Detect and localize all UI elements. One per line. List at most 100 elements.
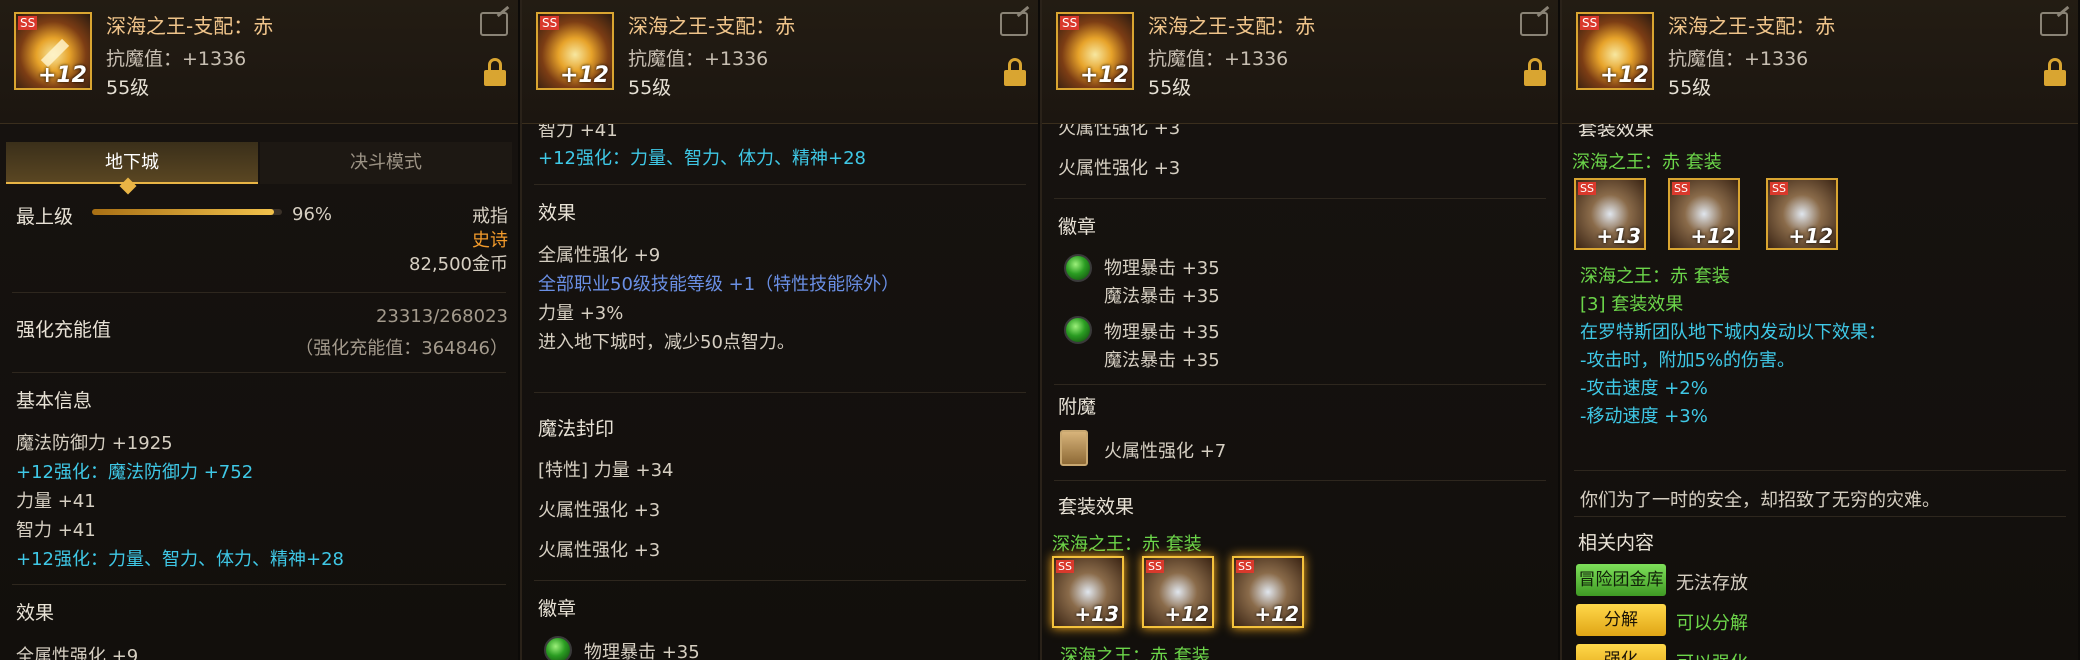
basic-line: 智力 +41 [16, 520, 96, 541]
item-icon: SS +12 [1056, 12, 1134, 90]
lock-icon[interactable] [1524, 58, 1546, 86]
item-level: 55级 [1668, 77, 1712, 99]
set-desc: 在罗特斯团队地下城内发动以下效果： [1580, 322, 1886, 343]
icon-tag: SS [1672, 182, 1690, 195]
emblem-line: 魔法暴击 +35 [1104, 286, 1220, 307]
item-header: SS +12 深海之王-支配：赤 抗魔值：+1336 55级 [1042, 0, 1558, 124]
item-name: 深海之王-支配：赤 [1148, 14, 1316, 38]
item-stat: 抗魔值：+1336 [628, 48, 769, 70]
seal-line: 火属性强化 +3 [538, 500, 661, 521]
icon-upgrade: +12 [1164, 602, 1209, 626]
set-item-icon[interactable]: SS +13 [1574, 178, 1646, 250]
basic-line: +12强化：力量、智力、体力、精神+28 [16, 549, 344, 570]
set-item-icon[interactable]: SS +13 [1052, 556, 1124, 628]
basic-title: 基本信息 [16, 390, 93, 412]
item-icon: SS +12 [536, 12, 614, 90]
grade-percent: 96% [292, 204, 333, 225]
icon-upgrade: +12 [1690, 224, 1735, 248]
set-item-icon[interactable]: SS +12 [1668, 178, 1740, 250]
enhance-button[interactable]: 强化 [1576, 644, 1666, 660]
tooltip-panel-3: SS +12 深海之王-支配：赤 抗魔值：+1336 55级 火属性强化 +3 … [1040, 0, 1558, 660]
effect-title: 效果 [16, 602, 55, 624]
emblem-line: 物理暴击 +35 [584, 642, 700, 660]
icon-upgrade: +12 [1788, 224, 1833, 248]
enchant-card-icon [1060, 430, 1088, 466]
effect-line: 全部职业50级技能等级 +1（特性技能除外） [538, 274, 900, 295]
price-label: 82,500金币 [409, 254, 508, 275]
enchant-title: 附魔 [1058, 396, 1097, 418]
grade-bar-fill [92, 209, 275, 215]
basic-line: 力量 +41 [16, 491, 96, 512]
set-name: 深海之王：赤 套装 [1052, 534, 1202, 555]
enhance-note: （强化充能值：364846） [295, 338, 508, 359]
icon-upgrade: +12 [1599, 63, 1649, 88]
green-gem-icon [544, 636, 572, 660]
icon-tag: SS [1578, 182, 1596, 195]
set-name: 深海之王：赤 套装 [1580, 266, 1730, 287]
set-item-icon[interactable]: SS +12 [1232, 556, 1304, 628]
set-title: 套装效果 [1058, 496, 1135, 518]
related-text: 可以强化 [1676, 649, 1748, 660]
green-gem-icon [1064, 316, 1092, 344]
set-name: 深海之王：赤 套装 [1572, 152, 1722, 173]
item-stat: 抗魔值：+1336 [1148, 48, 1289, 70]
icon-tag: SS [18, 16, 38, 30]
icon-tag: SS [540, 16, 560, 30]
item-header: SS +12 深海之王-支配：赤 抗魔值：+1336 55级 [0, 0, 518, 124]
seal-line: [特性] 力量 +34 [538, 460, 674, 481]
emblem-title: 徽章 [538, 598, 577, 620]
set-item-icon[interactable]: SS +12 [1766, 178, 1838, 250]
green-gem-icon [1064, 254, 1092, 282]
tab-dungeon[interactable]: 地下城 [6, 142, 258, 184]
item-level: 55级 [1148, 77, 1192, 99]
effect-line: 进入地下城时，减少50点智力。 [538, 332, 795, 353]
emblem-line: 物理暴击 +35 [1104, 258, 1220, 279]
effect-line: 全属性强化 +9 [16, 646, 139, 660]
grade-label: 最上级 [16, 206, 74, 228]
flavor-text: 你们为了一时的安全，却招致了无穷的灾难。 [1580, 490, 1940, 511]
item-stat: 抗魔值：+1336 [106, 48, 247, 70]
icon-tag: SS [1060, 16, 1080, 30]
share-icon[interactable] [2040, 12, 2068, 36]
tooltip-panel-4: SS +12 深海之王-支配：赤 抗魔值：+1336 55级 套装效果 深海之王… [1560, 0, 2078, 660]
set-count: [3] 套装效果 [1580, 294, 1684, 315]
tooltip-panel-2: SS +12 深海之王-支配：赤 抗魔值：+1336 55级 智力 +41 +1… [520, 0, 1038, 660]
emblem-title: 徽章 [1058, 216, 1097, 238]
icon-tag: SS [1056, 560, 1074, 573]
icon-upgrade: +12 [559, 63, 609, 88]
effect-title: 效果 [538, 202, 577, 224]
share-icon[interactable] [1000, 12, 1028, 36]
item-level: 55级 [106, 77, 150, 99]
grade-bar [92, 209, 282, 215]
basic-line: +12强化：魔法防御力 +752 [16, 462, 254, 483]
set-effect: -移动速度 +3% [1580, 406, 1708, 427]
seal-line: 火属性强化 +3 [538, 540, 661, 561]
icon-upgrade: +13 [1074, 602, 1119, 626]
share-icon[interactable] [480, 12, 508, 36]
set-item-icon[interactable]: SS +12 [1142, 556, 1214, 628]
enhance-line: +12强化：力量、智力、体力、精神+28 [538, 148, 866, 169]
item-name: 深海之王-支配：赤 [106, 14, 274, 38]
share-icon[interactable] [1520, 12, 1548, 36]
icon-upgrade: +12 [37, 63, 87, 88]
item-name: 深海之王-支配：赤 [1668, 14, 1836, 38]
rarity-label: 史诗 [472, 230, 508, 251]
item-icon: SS +12 [1576, 12, 1654, 90]
item-level: 55级 [628, 77, 672, 99]
tab-pvp[interactable]: 决斗模式 [260, 142, 512, 184]
item-icon: SS +12 [14, 12, 92, 90]
adventure-vault-button[interactable]: 冒险团金库 [1576, 564, 1666, 596]
icon-tag: SS [1770, 182, 1788, 195]
enchant-line: 火属性强化 +7 [1104, 441, 1227, 462]
lock-icon[interactable] [1004, 58, 1026, 86]
set-effect: -攻击时，附加5%的伤害。 [1580, 350, 1796, 371]
emblem-line: 魔法暴击 +35 [1104, 350, 1220, 371]
disassemble-button[interactable]: 分解 [1576, 604, 1666, 636]
lock-icon[interactable] [484, 58, 506, 86]
lock-icon[interactable] [2044, 58, 2066, 86]
set-name: 深海之王：赤 套装 [1060, 646, 1210, 660]
icon-upgrade: +12 [1254, 602, 1299, 626]
related-text: 无法存放 [1676, 573, 1748, 594]
enhance-label: 强化充能值 [16, 319, 112, 341]
item-header: SS +12 深海之王-支配：赤 抗魔值：+1336 55级 [522, 0, 1038, 124]
